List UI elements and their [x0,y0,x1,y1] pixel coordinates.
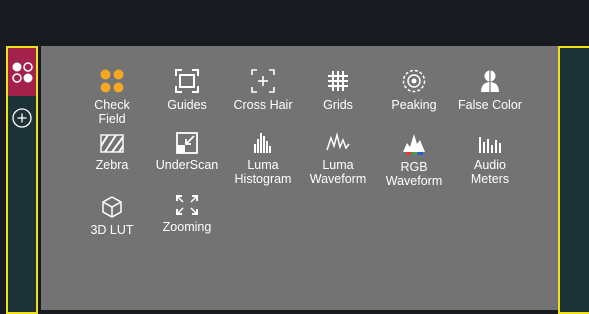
zebra-icon [100,134,124,153]
apps-tile[interactable] [8,48,36,96]
tool-zebra[interactable]: Zebra [72,134,152,172]
tool-label: Zebra [95,158,129,172]
tool-grids[interactable]: Grids [298,68,378,112]
tool-label: Guides [167,98,207,112]
grid-icon [328,71,348,91]
tools-panel: Check Field Guides Cross Hair Grids Peak… [41,46,558,310]
zoom-expand-icon [176,195,198,215]
waveform-icon [326,132,350,151]
tool-label: False Color [458,98,522,112]
tool-audio-meters[interactable]: Audio Meters [450,134,530,186]
peaking-icon [402,69,426,93]
top-bar [0,0,589,46]
tool-label: Audio Meters [470,158,510,186]
tool-rgb-waveform[interactable]: RGB Waveform [374,132,454,188]
tool-guides[interactable]: Guides [147,68,227,112]
tool-zooming[interactable]: Zooming [147,194,227,234]
audio-meter-icon [479,137,501,153]
tool-label: Luma Histogram [234,158,292,186]
tool-3d-lut[interactable]: 3D LUT [72,195,152,237]
tool-label: Zooming [162,220,212,234]
check-field-icon [100,69,124,93]
tool-label: 3D LUT [90,223,134,237]
tool-check-field[interactable]: Check Field [72,68,152,126]
tool-label: RGB Waveform [385,160,443,188]
guides-icon [175,69,199,93]
right-panel [558,46,589,314]
cube-icon [102,196,122,218]
tool-label: UnderScan [155,158,219,172]
tool-luma-waveform[interactable]: Luma Waveform [298,132,378,186]
false-color-icon [481,70,499,92]
tool-label: Luma Waveform [309,158,367,186]
tool-label: Peaking [391,98,437,112]
tool-luma-histogram[interactable]: Luma Histogram [223,130,303,186]
four-circles-icon [12,62,33,83]
crosshair-icon [251,69,275,93]
tool-peaking[interactable]: Peaking [374,68,454,112]
plus-circle-icon [12,108,32,128]
tool-underscan[interactable]: UnderScan [147,132,227,172]
tool-cross-hair[interactable]: Cross Hair [223,68,303,112]
tool-false-color[interactable]: False Color [450,68,530,112]
histogram-icon [254,133,271,153]
tool-label: Grids [323,98,353,112]
tool-label: Check Field [94,98,130,126]
add-button[interactable] [12,108,32,128]
left-sidebar [6,46,38,314]
tool-label: Cross Hair [233,98,293,112]
rgb-waveform-icon [403,134,425,155]
underscan-icon [176,132,198,154]
